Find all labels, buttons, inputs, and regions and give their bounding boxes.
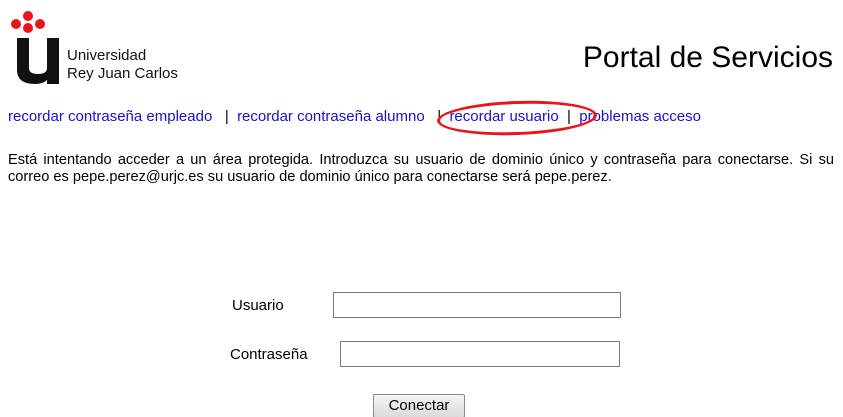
connect-button[interactable]: Conectar (373, 394, 465, 417)
university-name: Universidad Rey Juan Carlos (67, 47, 178, 83)
help-links-bar: recordar contraseña empleado | recordar … (8, 98, 838, 138)
username-input[interactable] (333, 292, 621, 318)
link-employee-password[interactable]: recordar contraseña empleado (8, 108, 212, 125)
link-separator: | (437, 108, 442, 125)
link-access-problems[interactable]: problemas acceso (579, 108, 701, 125)
link-remember-user[interactable]: recordar usuario (449, 108, 558, 125)
password-input[interactable] (340, 341, 620, 367)
page-title: Portal de Servicios (582, 41, 833, 74)
link-separator: | (224, 108, 229, 125)
university-name-line1: Universidad (67, 47, 147, 64)
login-page: Universidad Rey Juan Carlos Portal de Se… (0, 0, 843, 417)
crown-dots-icon (11, 11, 45, 33)
highlighted-link-wrap: recordar usuario (436, 98, 598, 138)
password-label: Contraseña (230, 346, 308, 363)
link-student-password[interactable]: recordar contraseña alumno (237, 108, 425, 125)
username-label: Usuario (232, 297, 284, 314)
university-logo: Universidad Rey Juan Carlos (8, 10, 198, 84)
university-name-line2: Rey Juan Carlos (67, 65, 178, 82)
link-separator: | (567, 108, 571, 125)
protected-area-notice: Está intentando acceder a un área proteg… (8, 152, 834, 185)
logo-u-mark-icon (17, 38, 59, 84)
